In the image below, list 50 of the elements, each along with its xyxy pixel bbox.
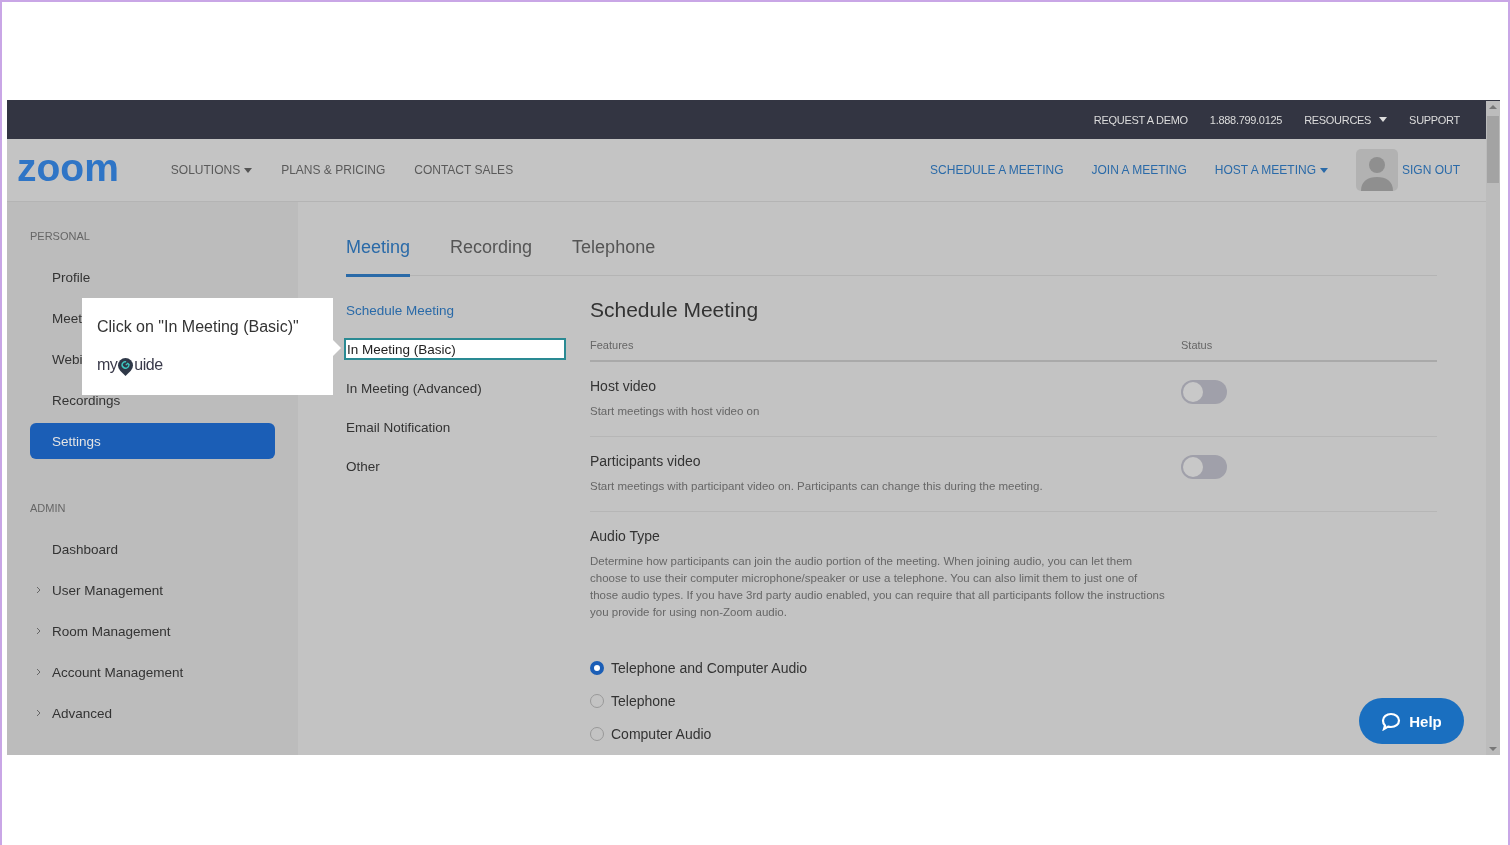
chat-bubble-icon (1381, 711, 1402, 731)
top-link[interactable]: RESOURCES (1304, 113, 1388, 126)
sidebar-item[interactable]: Settings (30, 423, 275, 459)
tooltip-text: Click on "In Meeting (Basic)" (97, 318, 300, 336)
top-link[interactable]: REQUEST A DEMO (1093, 113, 1188, 126)
scrollbar[interactable] (1486, 101, 1500, 755)
sidebar-item[interactable]: Profile (30, 259, 275, 295)
radio-label: Telephone and Computer Audio (611, 659, 808, 676)
chevron-icon (36, 627, 41, 635)
chevron-icon (36, 586, 41, 594)
column-header: Status (1181, 339, 1213, 351)
toggle-switch[interactable] (1181, 380, 1227, 404)
radio-button[interactable] (590, 660, 604, 675)
subnav-link[interactable]: In Meeting (Advanced) (346, 377, 568, 399)
sidebar-item[interactable]: Advanced (30, 695, 275, 731)
chevron-icon (36, 709, 41, 717)
nav-link[interactable]: CONTACT SALES (414, 163, 514, 177)
setting-name: Participants video (590, 453, 702, 469)
sidebar-item[interactable]: Room Management (30, 613, 275, 649)
sidebar-heading: ADMIN (30, 502, 67, 516)
subnav-link[interactable]: In Meeting (Basic) (344, 338, 566, 360)
sidebar-item[interactable]: Account Management (30, 654, 275, 690)
radio-label: Telephone (611, 692, 676, 709)
radio-label: Computer Audio (611, 725, 712, 742)
caret-icon (1320, 167, 1328, 173)
setting-name: Host video (590, 378, 658, 394)
tab[interactable]: Recording (450, 237, 533, 277)
help-button[interactable]: Help (1359, 698, 1464, 744)
nav-link[interactable]: SOLUTIONS (170, 163, 253, 177)
setting-name: Audio Type (590, 528, 661, 544)
setting-description: Start meetings with participant video on. Participants can change this during the meeting. (590, 479, 1044, 494)
subnav-link[interactable]: Email Notification (346, 416, 568, 438)
sidebar-item[interactable]: User Management (30, 572, 275, 608)
top-link[interactable]: 1.888.799.0125 (1209, 113, 1283, 126)
setting-description: Determine how participants can join the audio portion of the meeting. When joining audio, you can let them choose to use their computer microphone/speaker or use a telephone. You can also limit them to just one of those audio types. If you have 3rd party audio enabled, you can require that all participants follow the instructions you provide for using non-Zoom audio. (590, 554, 1165, 620)
section-title: Schedule Meeting (590, 298, 760, 323)
brand-logo: myGuide (97, 356, 163, 374)
caret-icon (244, 167, 253, 173)
nav-link[interactable]: PLANS & PRICING (281, 163, 386, 177)
avatar-icon[interactable] (1356, 149, 1398, 191)
subnav-link[interactable]: Other (346, 455, 568, 477)
chevron-icon (36, 668, 41, 676)
setting-description: Start meetings with host video on (590, 404, 761, 419)
toggle-switch[interactable] (1181, 455, 1227, 479)
column-header: Features (590, 339, 635, 351)
top-link[interactable]: SUPPORT (1409, 113, 1460, 126)
sidebar-item[interactable]: Dashboard (30, 531, 275, 567)
caret-icon (1379, 117, 1388, 122)
tab[interactable]: Telephone (572, 237, 656, 277)
sidebar-heading: PERSONAL (30, 230, 91, 244)
